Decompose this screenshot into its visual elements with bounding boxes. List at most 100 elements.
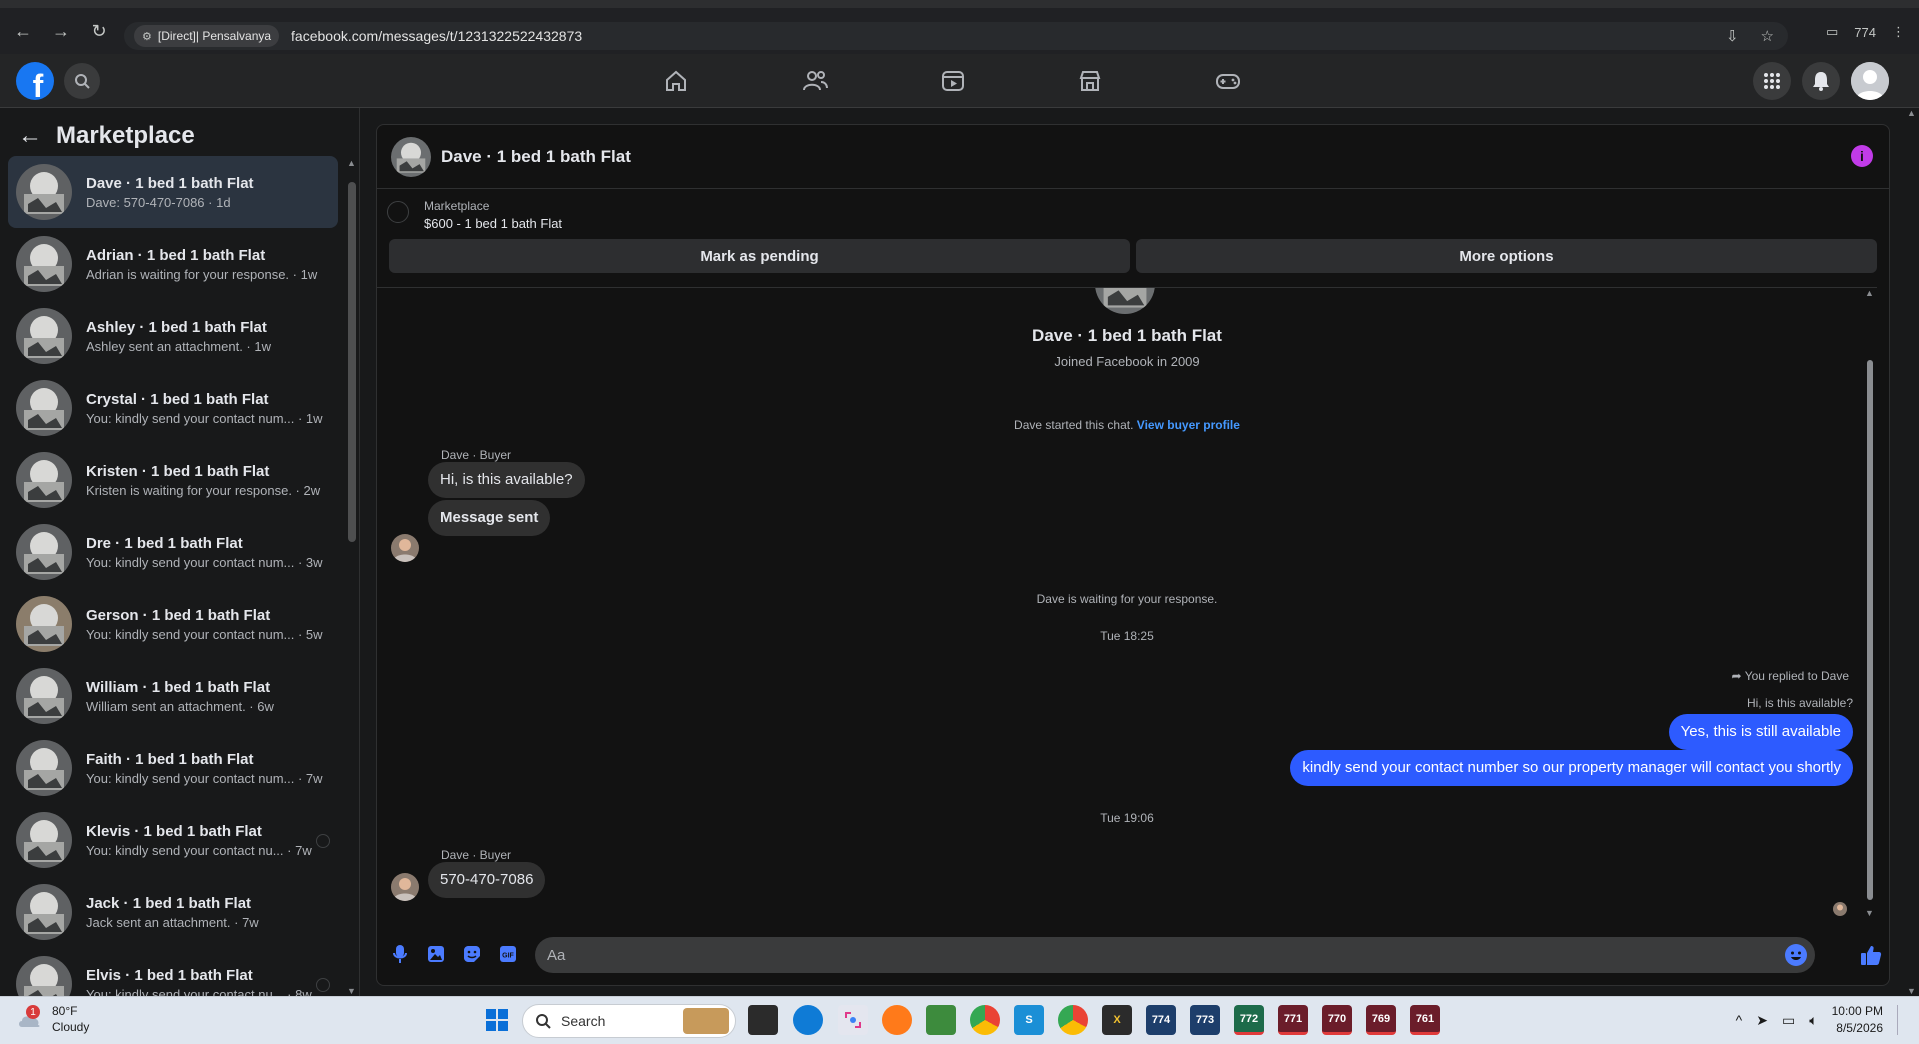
search-button[interactable] <box>64 63 100 99</box>
chevron-up-icon[interactable]: ^ <box>1736 1012 1743 1028</box>
reply-arrow-icon: ➦ <box>1731 669 1745 683</box>
pinned-browser-profile-icon[interactable]: 771 <box>1278 1005 1308 1035</box>
mark-pending-button[interactable]: Mark as pending <box>389 239 1130 273</box>
menu-button[interactable] <box>1753 62 1791 100</box>
outgoing-message[interactable]: kindly send your contact number so our p… <box>1290 750 1853 786</box>
sticker-icon[interactable] <box>461 943 483 965</box>
scroll-up-icon[interactable]: ▲ <box>1907 108 1916 118</box>
conversation-item[interactable]: Klevis · 1 bed 1 bath Flat You: kindly s… <box>8 804 338 876</box>
info-icon[interactable]: i <box>1851 145 1873 167</box>
more-options-button[interactable]: More options <box>1136 239 1877 273</box>
pinned-browser-profile-icon[interactable]: 774 <box>1146 1005 1176 1035</box>
chat-header-avatar[interactable] <box>391 136 431 177</box>
show-desktop-button[interactable] <box>1897 1005 1903 1035</box>
pinned-browser-profile-icon[interactable]: 772 <box>1234 1005 1264 1035</box>
gif-icon[interactable]: GIF <box>497 943 519 965</box>
install-icon[interactable]: ⇩ <box>1726 27 1739 45</box>
outgoing-message[interactable]: Yes, this is still available <box>1668 714 1853 750</box>
scroll-down-icon[interactable]: ▼ <box>1907 986 1916 996</box>
pinned-browser-profile-icon[interactable]: 769 <box>1366 1005 1396 1035</box>
like-thumb-icon[interactable] <box>1859 943 1883 967</box>
emoji-icon[interactable] <box>1785 944 1807 966</box>
home-nav-icon[interactable] <box>654 64 698 98</box>
facebook-logo-icon[interactable]: f <box>16 62 54 100</box>
quoted-message[interactable]: Hi, is this available? <box>1747 696 1853 710</box>
conversation-item[interactable]: Crystal · 1 bed 1 bath Flat You: kindly … <box>8 372 338 444</box>
conversation-item[interactable]: Dre · 1 bed 1 bath Flat You: kindly send… <box>8 516 338 588</box>
conversation-item[interactable]: Gerson · 1 bed 1 bath Flat You: kindly s… <box>8 588 338 660</box>
taskbar-search-label: Search <box>561 1013 606 1029</box>
network-icon[interactable]: ▭ <box>1782 1012 1795 1029</box>
back-icon[interactable]: ← <box>8 16 38 46</box>
conversation-item[interactable]: Kristen · 1 bed 1 bath Flat Kristen is w… <box>8 444 338 516</box>
app-s-icon[interactable]: S <box>1014 1005 1044 1035</box>
pinned-browser-profile-icon[interactable]: 761 <box>1410 1005 1440 1035</box>
microphone-icon[interactable] <box>389 943 411 965</box>
buyer-profile-avatar[interactable] <box>1095 288 1155 314</box>
conversation-item[interactable]: William · 1 bed 1 bath Flat William sent… <box>8 660 338 732</box>
conversation-item[interactable]: Jack · 1 bed 1 bath Flat Jack sent an at… <box>8 876 338 948</box>
account-avatar[interactable] <box>1851 62 1889 100</box>
pinned-browser-profile-icon[interactable]: 773 <box>1190 1005 1220 1035</box>
conversation-title: Klevis · 1 bed 1 bath Flat <box>86 822 262 840</box>
chrome-profile-icon[interactable] <box>1058 1005 1088 1035</box>
address-bar[interactable]: ⚙ [Direct]| Pensalvanya facebook.com/mes… <box>124 22 1788 50</box>
conversation-preview: Kristen is waiting for your response. · … <box>86 482 321 498</box>
thread-scroll-thumb[interactable] <box>1867 360 1873 900</box>
notifications-button[interactable] <box>1802 62 1840 100</box>
volume-icon[interactable]: 🔈︎ <box>1809 1012 1817 1029</box>
scroll-up-icon[interactable]: ▲ <box>347 158 356 168</box>
scroll-down-icon[interactable]: ▼ <box>1865 908 1874 917</box>
spreadsheet-app-icon[interactable] <box>926 1005 956 1035</box>
tab-search-icon[interactable]: ▭ <box>1826 24 1838 40</box>
listing-title[interactable]: $600 - 1 bed 1 bath Flat <box>424 216 562 231</box>
listing-row[interactable]: Marketplace $600 - 1 bed 1 bath Flat <box>377 189 1889 233</box>
task-view-icon[interactable] <box>748 1005 778 1035</box>
conversation-item[interactable]: Faith · 1 bed 1 bath Flat You: kindly se… <box>8 732 338 804</box>
clock[interactable]: 10:00 PM 8/5/2026 <box>1832 1003 1883 1037</box>
reload-icon[interactable]: ↻ <box>84 16 114 46</box>
thread-scrollbar[interactable]: ▲ ▼ <box>1865 288 1875 917</box>
chrome-icon[interactable] <box>970 1005 1000 1035</box>
tab-count[interactable]: 774 <box>1854 25 1876 40</box>
forward-icon[interactable]: → <box>46 16 76 46</box>
firefox-icon[interactable] <box>882 1005 912 1035</box>
photo-icon[interactable] <box>425 943 447 965</box>
video-nav-icon[interactable] <box>931 64 975 98</box>
pinned-browser-profile-icon[interactable]: 770 <box>1322 1005 1352 1035</box>
conversation-item[interactable]: Elvis · 1 bed 1 bath Flat You: kindly se… <box>8 948 338 996</box>
site-info-chip[interactable]: ⚙ [Direct]| Pensalvanya <box>134 25 280 47</box>
snipping-tool-icon[interactable] <box>838 1005 868 1035</box>
sidebar-scrollbar[interactable]: ▲ ▼ <box>346 158 358 996</box>
sender-avatar[interactable] <box>391 873 419 901</box>
weather-widget[interactable]: 1 80°F Cloudy <box>16 1003 89 1035</box>
conversation-item[interactable]: Dave · 1 bed 1 bath Flat Dave: 570-470-7… <box>8 156 338 228</box>
gaming-nav-icon[interactable] <box>1206 64 1250 98</box>
edge-browser-icon[interactable] <box>793 1005 823 1035</box>
scroll-down-icon[interactable]: ▼ <box>347 986 356 996</box>
conversation-item[interactable]: Adrian · 1 bed 1 bath Flat Adrian is wai… <box>8 228 338 300</box>
conversation-preview: You: kindly send your contact nu... · 8w <box>86 986 312 997</box>
incoming-message[interactable]: 570-470-7086 <box>428 862 546 898</box>
message-input[interactable]: Aa <box>535 937 1815 973</box>
sidebar-scroll-thumb[interactable] <box>348 182 356 542</box>
menu-kebab-icon[interactable]: ⋮ <box>1892 24 1905 40</box>
incoming-message[interactable]: Hi, is this available? <box>428 462 585 498</box>
scroll-up-icon[interactable]: ▲ <box>1865 288 1874 298</box>
friends-nav-icon[interactable] <box>793 64 837 98</box>
location-icon[interactable]: ➤ <box>1756 1012 1768 1029</box>
marketplace-nav-icon[interactable] <box>1068 64 1112 98</box>
taskbar-search[interactable]: Search <box>522 1004 736 1038</box>
chat-title[interactable]: Dave · 1 bed 1 bath Flat <box>441 147 631 167</box>
bookmark-star-icon[interactable]: ☆ <box>1761 27 1774 45</box>
back-arrow-icon[interactable]: ← <box>18 122 42 150</box>
conversation-item[interactable]: Ashley · 1 bed 1 bath Flat Ashley sent a… <box>8 300 338 372</box>
page-scrollbar[interactable]: ▲ ▼ <box>1905 108 1917 996</box>
conversation-title: Elvis · 1 bed 1 bath Flat <box>86 966 253 984</box>
incoming-message[interactable]: Message sent <box>428 500 551 536</box>
url-text[interactable]: facebook.com/messages/t/1231322522432873 <box>291 28 582 44</box>
sender-avatar[interactable] <box>391 534 419 562</box>
windows-start-icon[interactable] <box>482 1005 512 1035</box>
view-buyer-profile-link[interactable]: View buyer profile <box>1137 418 1240 432</box>
x-app-icon[interactable]: X <box>1102 1005 1132 1035</box>
